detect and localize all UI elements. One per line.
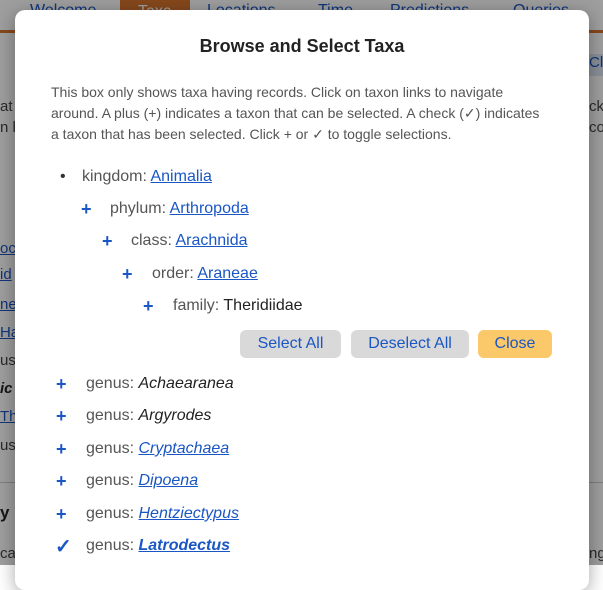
plus-icon[interactable]: +: [56, 471, 67, 492]
taxon-name-theridiidae: Theridiidae: [223, 297, 303, 314]
rank-label: genus:: [86, 537, 139, 554]
rank-label: genus:: [86, 472, 139, 489]
genus-link-cryptachaea[interactable]: Cryptachaea: [138, 440, 229, 457]
rank-label: class:: [131, 232, 176, 249]
taxon-link-araneae[interactable]: Araneae: [197, 265, 258, 282]
genus-row: genus: Dipoena: [86, 472, 198, 490]
hierarchy-order: order: Araneae: [152, 265, 258, 283]
plus-icon[interactable]: +: [56, 504, 67, 525]
plus-icon[interactable]: +: [56, 406, 67, 427]
genus-link-hentziectypus[interactable]: Hentziectypus: [138, 505, 239, 522]
rank-label: genus:: [86, 375, 139, 392]
taxon-link-arachnida[interactable]: Arachnida: [175, 232, 247, 249]
genus-link-latrodectus[interactable]: Latrodectus: [138, 537, 230, 554]
rank-label: genus:: [86, 505, 139, 522]
hierarchy-family: family: Theridiidae: [173, 297, 303, 315]
close-button[interactable]: Close: [478, 330, 552, 358]
genus-row: genus: Argyrodes: [86, 407, 211, 425]
genus-row: genus: Achaearanea: [86, 375, 234, 393]
hierarchy-phylum: phylum: Arthropoda: [110, 200, 249, 218]
taxon-link-animalia[interactable]: Animalia: [150, 168, 211, 185]
rank-label: order:: [152, 265, 198, 282]
hierarchy-class: class: Arachnida: [131, 232, 248, 250]
genus-row: genus: Latrodectus: [86, 537, 230, 555]
plus-icon[interactable]: +: [56, 439, 67, 460]
rank-label: genus:: [86, 440, 139, 457]
plus-icon[interactable]: +: [56, 374, 67, 395]
genus-name: Achaearanea: [138, 375, 234, 392]
browse-taxa-dialog: Browse and Select Taxa This box only sho…: [15, 10, 589, 590]
rank-label: genus:: [86, 407, 139, 424]
rank-label: kingdom:: [82, 168, 151, 185]
check-icon[interactable]: ✓: [55, 534, 72, 559]
plus-icon[interactable]: +: [143, 296, 154, 317]
dialog-description: This box only shows taxa having records.…: [51, 84, 540, 142]
taxon-link-arthropoda[interactable]: Arthropoda: [170, 200, 249, 217]
genus-link-dipoena[interactable]: Dipoena: [138, 472, 198, 489]
genus-name: Argyrodes: [138, 407, 212, 424]
plus-icon[interactable]: +: [102, 231, 113, 252]
plus-icon[interactable]: +: [81, 199, 92, 220]
bullet-icon: •: [60, 168, 66, 185]
dialog-title: Browse and Select Taxa: [199, 36, 405, 56]
rank-label: phylum:: [110, 200, 170, 217]
rank-label: family:: [173, 297, 224, 314]
plus-icon[interactable]: +: [122, 264, 133, 285]
deselect-all-button[interactable]: Deselect All: [351, 330, 469, 358]
hierarchy-kingdom: kingdom: Animalia: [82, 168, 212, 186]
genus-row: genus: Hentziectypus: [86, 505, 239, 523]
select-all-button[interactable]: Select All: [240, 330, 341, 358]
genus-row: genus: Cryptachaea: [86, 440, 229, 458]
